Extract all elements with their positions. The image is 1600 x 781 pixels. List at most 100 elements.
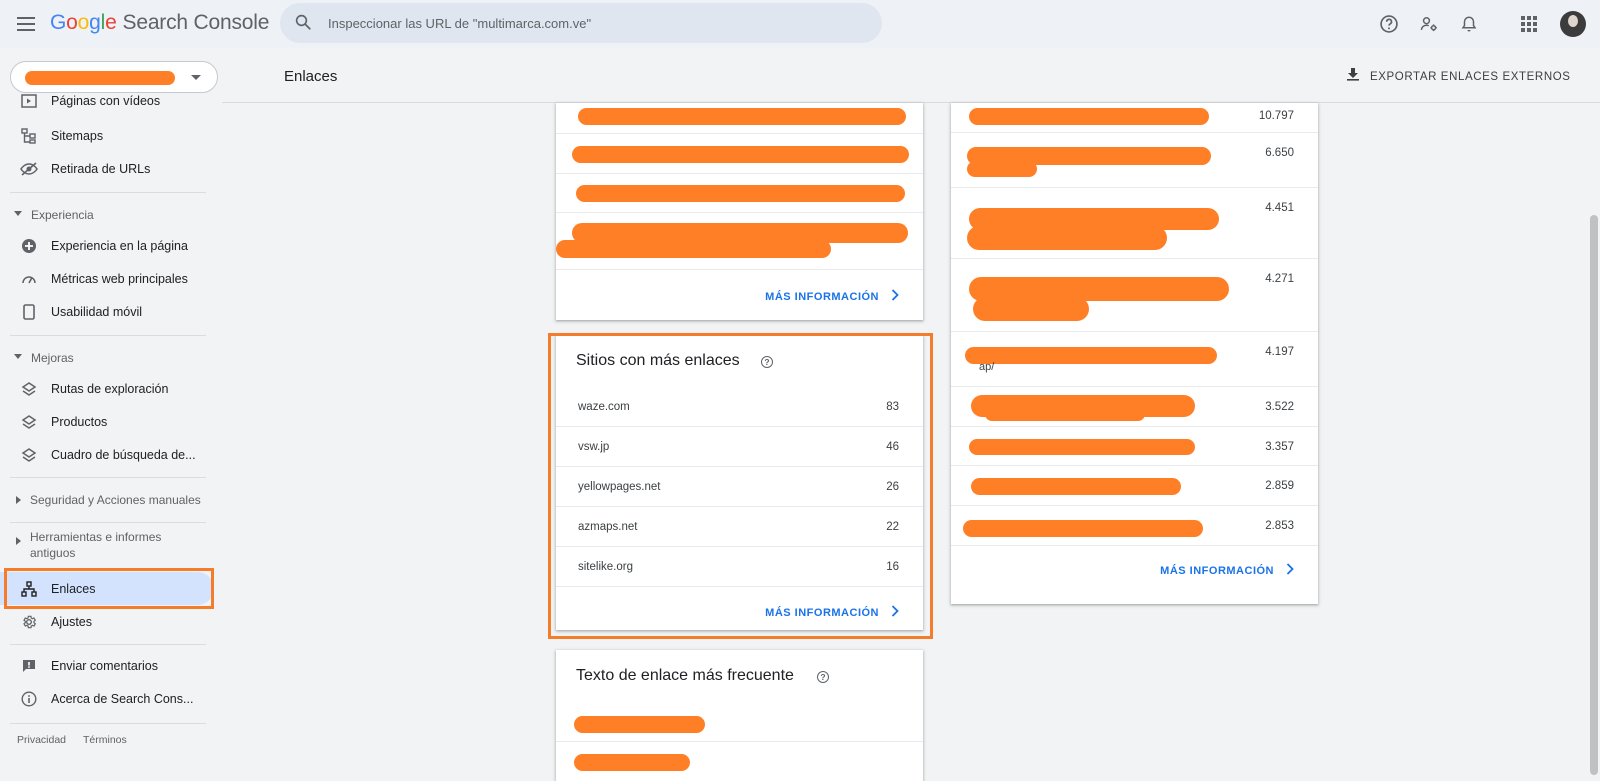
- page-header: Enlaces EXPORTAR ENLACES EXTERNOS: [222, 48, 1600, 103]
- table-row[interactable]: 3.522: [951, 387, 1318, 427]
- top-linked-external-pages-card: 10.797 6.650 4.451 4.271 ap/ 4.197 3.522…: [951, 103, 1318, 604]
- core-web-vitals-icon: [20, 270, 38, 288]
- collapse-arrow-icon: [14, 211, 22, 216]
- download-icon: [1346, 67, 1360, 86]
- sidebar-item-page-experience[interactable]: Experiencia en la página: [0, 229, 214, 262]
- table-row[interactable]: [556, 134, 923, 174]
- redacted-text: [574, 754, 690, 771]
- table-row[interactable]: 6.650: [951, 133, 1318, 188]
- redacted-text: [967, 161, 1037, 177]
- export-external-links-button[interactable]: EXPORTAR ENLACES EXTERNOS: [1346, 67, 1571, 86]
- chevron-down-icon: [191, 75, 201, 80]
- url-inspection-search[interactable]: [280, 3, 882, 43]
- section-experiencia[interactable]: Experiencia: [0, 207, 214, 223]
- property-selector[interactable]: [10, 61, 218, 93]
- sidebar-item-mobile-usability[interactable]: Usabilidad móvil: [0, 295, 214, 328]
- sidebar-divider: [10, 644, 206, 645]
- help-icon[interactable]: [1376, 11, 1402, 37]
- section-legacy-tools[interactable]: Herramientas e informes antiguos: [0, 529, 180, 561]
- sidebar-item-about[interactable]: Acerca de Search Cons...: [0, 682, 214, 715]
- sidebar-item-sitelinks-searchbox[interactable]: Cuadro de búsqueda de...: [0, 438, 214, 471]
- top-anchor-text-card: Texto de enlace más frecuente ?: [556, 650, 923, 781]
- scrollbar-thumb[interactable]: [1590, 215, 1598, 775]
- redacted-text: [965, 347, 1217, 364]
- collapse-arrow-icon: [14, 354, 22, 359]
- expand-arrow-icon: [16, 496, 21, 504]
- sidebar-item-products[interactable]: Productos: [0, 405, 214, 438]
- hamburger-menu-icon[interactable]: [14, 12, 38, 36]
- table-row[interactable]: [556, 213, 923, 270]
- sidebar-item-url-removal[interactable]: Retirada de URLs: [0, 152, 214, 185]
- url-removal-icon: [20, 160, 38, 178]
- layers-icon: [20, 380, 38, 398]
- table-row[interactable]: 2.853: [951, 506, 1318, 546]
- sidebar-divider: [10, 477, 206, 478]
- card-title: Texto de enlace más frecuente: [576, 667, 794, 684]
- sidebar: Páginas con vídeos Sitemaps Retirada de …: [0, 48, 222, 781]
- feedback-icon: [20, 657, 38, 675]
- chevron-right-icon: [1286, 562, 1294, 580]
- table-row[interactable]: ap/ 4.197: [951, 332, 1318, 387]
- sidebar-divider: [10, 723, 206, 724]
- expand-arrow-icon: [16, 537, 21, 545]
- mobile-icon: [20, 303, 38, 321]
- redacted-property-name: [25, 71, 175, 85]
- more-info-button[interactable]: MÁS INFORMACIÓN: [1160, 562, 1294, 580]
- sitemap-icon: [20, 127, 38, 145]
- section-security-manual-actions[interactable]: Seguridad y Acciones manuales: [0, 492, 214, 508]
- table-row[interactable]: [556, 702, 923, 742]
- sidebar-item-feedback[interactable]: Enviar comentarios: [0, 649, 214, 682]
- gear-icon: [20, 613, 38, 631]
- table-row[interactable]: 10.797: [951, 103, 1318, 133]
- top-linked-pages-card: MÁS INFORMACIÓN: [556, 103, 923, 320]
- sidebar-item-settings[interactable]: Ajustes: [0, 605, 214, 638]
- table-row[interactable]: 4.451: [951, 188, 1318, 259]
- user-avatar[interactable]: [1560, 11, 1586, 37]
- sidebar-divider: [10, 335, 206, 336]
- table-row[interactable]: 2.859: [951, 466, 1318, 506]
- sidebar-divider: [10, 192, 206, 193]
- table-row[interactable]: 4.271: [951, 259, 1318, 332]
- table-row[interactable]: 3.357: [951, 427, 1318, 466]
- sidebar-item-breadcrumbs[interactable]: Rutas de exploración: [0, 372, 214, 405]
- page-experience-icon: [20, 237, 38, 255]
- table-row[interactable]: [556, 742, 923, 781]
- page-title: Enlaces: [284, 68, 338, 85]
- redacted-text: [969, 439, 1195, 455]
- layers-icon: [20, 446, 38, 464]
- manage-users-icon[interactable]: [1416, 11, 1442, 37]
- redacted-text: [572, 146, 909, 163]
- redacted-text: [969, 108, 1209, 125]
- terms-link[interactable]: Términos: [83, 734, 127, 746]
- top-sites-highlight-box: [548, 333, 933, 639]
- visible-url-fragment: ap/: [979, 361, 995, 373]
- info-icon: [20, 690, 38, 708]
- notifications-icon[interactable]: [1456, 11, 1482, 37]
- search-icon: [294, 13, 312, 36]
- more-info-button[interactable]: MÁS INFORMACIÓN: [765, 288, 899, 306]
- redacted-text: [973, 297, 1089, 321]
- sidebar-item-core-web-vitals[interactable]: Métricas web principales: [0, 262, 214, 295]
- redacted-text: [971, 478, 1181, 495]
- redacted-text: [576, 185, 905, 202]
- section-mejoras[interactable]: Mejoras: [0, 350, 214, 366]
- apps-grid-icon[interactable]: [1516, 11, 1542, 37]
- redacted-text: [578, 108, 906, 125]
- search-input[interactable]: [328, 3, 868, 43]
- redacted-text: [574, 716, 705, 733]
- links-highlight-box: [4, 568, 214, 609]
- layers-icon: [20, 413, 38, 431]
- table-row[interactable]: [556, 103, 923, 134]
- redacted-text: [967, 226, 1167, 250]
- chevron-right-icon: [891, 288, 899, 306]
- google-search-console-logo[interactable]: Google Search Console: [50, 11, 269, 35]
- help-icon[interactable]: ?: [817, 671, 829, 683]
- redacted-text: [556, 240, 831, 258]
- top-bar: Google Search Console: [0, 0, 1600, 48]
- sidebar-item-sitemaps[interactable]: Sitemaps: [0, 119, 214, 152]
- table-row[interactable]: [556, 174, 923, 213]
- privacy-link[interactable]: Privacidad: [17, 734, 66, 746]
- sidebar-item-video-pages[interactable]: Páginas con vídeos: [0, 90, 214, 112]
- redacted-text: [985, 407, 1145, 421]
- video-pages-icon: [20, 92, 38, 110]
